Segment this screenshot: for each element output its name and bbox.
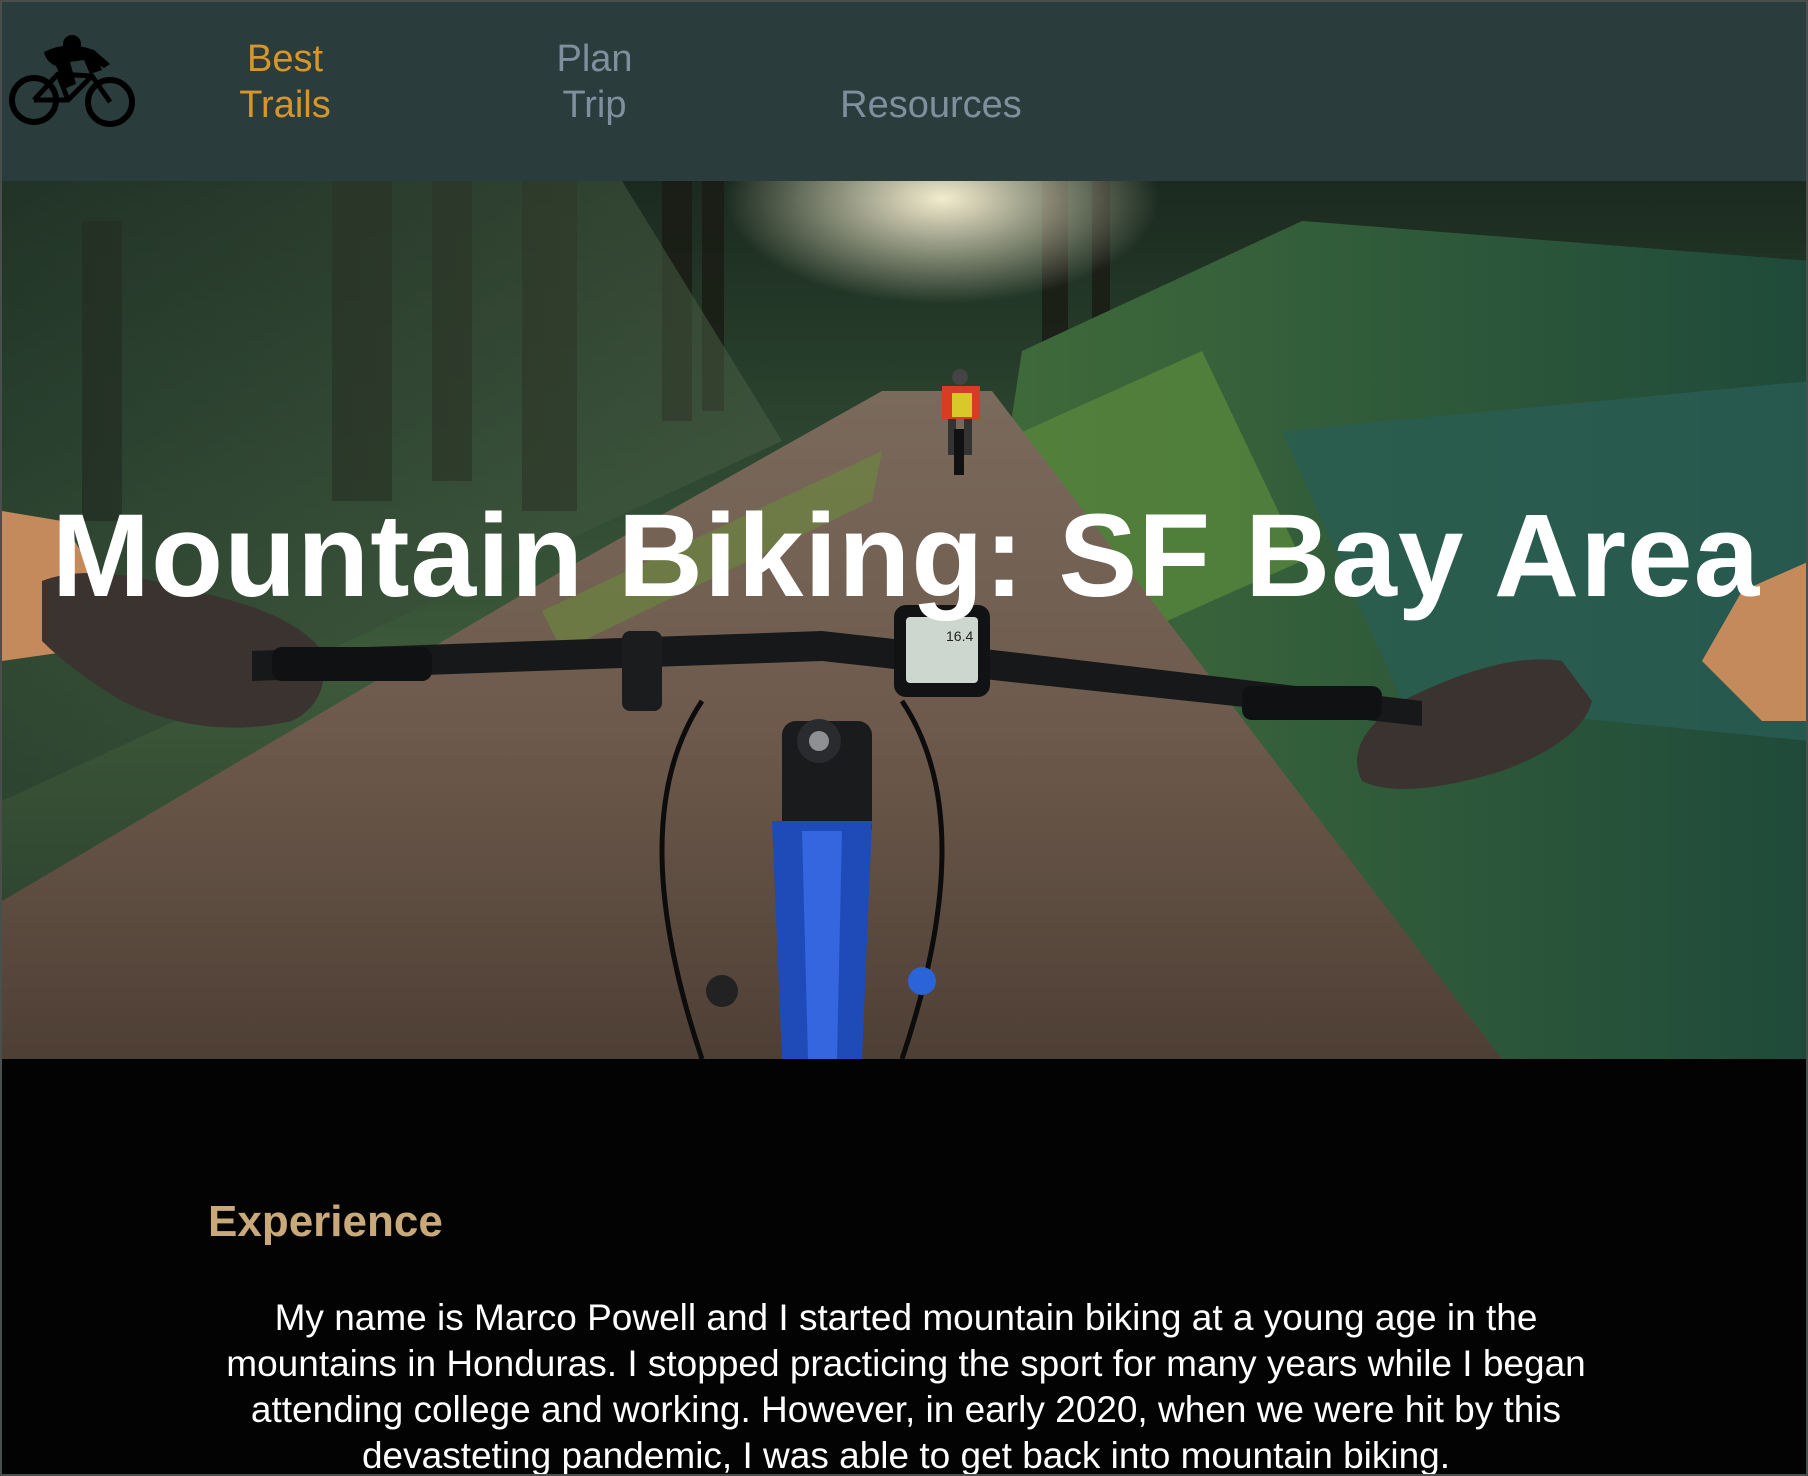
nav-link-plan-trip-line1: Plan — [556, 38, 633, 80]
nav-link-best-trails-line2: Trails — [239, 84, 331, 126]
experience-body-text: My name is Marco Powell and I started mo… — [226, 1297, 1586, 1476]
nav-link-resources-label: Resources — [840, 84, 1022, 126]
hero-title: Mountain Biking: SF Bay Area — [51, 490, 1761, 622]
nav-link-best-trails-line1: Best — [246, 38, 324, 80]
mountain-biker-icon[interactable] — [6, 34, 136, 130]
bike-computer-readout: 16.4 — [946, 628, 973, 644]
nav-link-plan-trip-line2: Trip — [562, 84, 627, 126]
nav-link-resources[interactable]: Resources — [820, 82, 1042, 128]
section-heading-experience: Experience — [208, 1197, 443, 1246]
top-navigation: Best Trails Plan Trip Resources — [2, 2, 1806, 181]
hero-banner: 16.4 Mountain Biking: SF Bay Area — [2, 181, 1806, 1059]
page-frame: Best Trails Plan Trip Resources 16.4 Mou… — [0, 0, 1808, 1476]
nav-link-best-trails[interactable]: Best Trails — [230, 36, 340, 128]
nav-link-plan-trip[interactable]: Plan Trip — [542, 36, 647, 128]
experience-section: Experience My name is Marco Powell and I… — [2, 1059, 1806, 1476]
